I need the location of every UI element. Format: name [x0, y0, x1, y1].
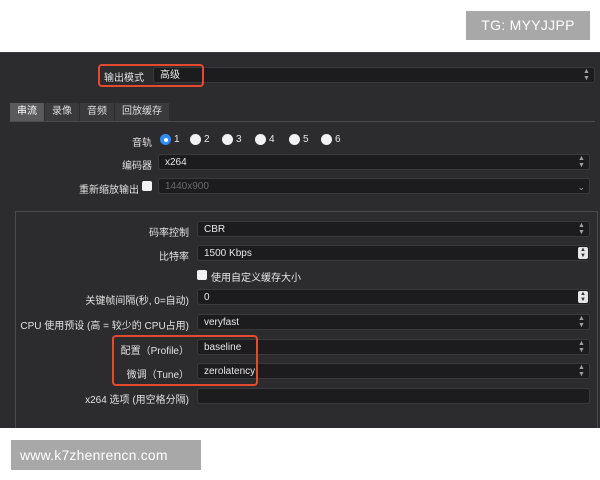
updown-chevron-icon: ▲ ▼	[578, 155, 585, 169]
audio-track-option-5: 5	[303, 134, 309, 145]
rescale-resolution-select[interactable]: 1440x900 ⌄	[158, 178, 590, 194]
updown-chevron-icon: ▲ ▼	[578, 222, 585, 236]
rate-control-value: CBR	[204, 224, 226, 235]
rescale-checkbox[interactable]	[142, 181, 152, 191]
output-mode-highlight	[98, 64, 204, 87]
audio-track-option-2: 2	[204, 134, 210, 145]
tab-stream[interactable]: 串流	[10, 103, 45, 121]
custom-buffer-label: 使用自定义缓存大小	[211, 273, 301, 284]
obs-settings-window: 输出模式 高级 ▲ ▼ 串流 录像 音频 回放缓存 音轨 1 2 3 4 5 6 …	[0, 52, 600, 428]
spin-arrows-icon[interactable]: ▲ ▼	[578, 291, 588, 303]
cpu-preset-value: veryfast	[204, 317, 240, 328]
updown-chevron-icon: ▲ ▼	[578, 364, 585, 378]
cpu-preset-label: CPU 使用预设 (高 = 较少的 CPU占用)	[20, 321, 189, 332]
encoder-label: 编码器	[122, 161, 152, 172]
settings-tabs: 串流 录像 音频 回放缓存	[10, 103, 170, 121]
keyframe-interval-value: 0	[204, 292, 210, 303]
rescale-value: 1440x900	[165, 181, 209, 192]
tab-audio[interactable]: 音频	[80, 103, 115, 121]
audio-track-option-1: 1	[174, 134, 180, 145]
audio-track-label: 音轨	[132, 138, 152, 149]
audio-track-radio-5[interactable]	[289, 134, 300, 145]
tab-recording[interactable]: 录像	[45, 103, 80, 121]
rescale-label: 重新缩放输出	[79, 185, 139, 196]
tab-divider	[10, 121, 595, 122]
rate-control-label: 码率控制	[149, 228, 189, 239]
encoder-select[interactable]: x264 ▲ ▼	[158, 154, 590, 170]
bitrate-value: 1500 Kbps	[204, 248, 252, 259]
rate-control-select[interactable]: CBR ▲ ▼	[197, 221, 590, 237]
watermark-top: TG: MYYJJPP	[466, 11, 590, 40]
chevron-down-icon: ⌄	[577, 182, 585, 192]
audio-track-radio-2[interactable]	[190, 134, 201, 145]
custom-buffer-checkbox[interactable]	[197, 270, 207, 280]
window-top-border	[0, 52, 600, 53]
audio-track-option-4: 4	[269, 134, 275, 145]
audio-track-option-6: 6	[335, 134, 341, 145]
audio-track-radio-4[interactable]	[255, 134, 266, 145]
output-mode-select[interactable]: 高级 ▲ ▼	[153, 67, 595, 83]
x264-options-label: x264 选项 (用空格分隔)	[85, 395, 189, 406]
updown-chevron-icon: ▲ ▼	[583, 68, 590, 82]
bitrate-spinbox[interactable]: 1500 Kbps ▲ ▼	[197, 245, 590, 261]
keyframe-interval-spinbox[interactable]: 0 ▲ ▼	[197, 289, 590, 305]
audio-track-radio-1[interactable]	[160, 134, 171, 145]
audio-track-option-3: 3	[236, 134, 242, 145]
watermark-bottom: www.k7zhenrencn.com	[11, 440, 201, 470]
encoder-value: x264	[165, 157, 187, 168]
tab-replay-buffer[interactable]: 回放缓存	[115, 103, 170, 121]
keyframe-interval-label: 关键帧间隔(秒, 0=自动)	[85, 296, 189, 307]
profile-tune-highlight	[112, 335, 258, 386]
cpu-preset-select[interactable]: veryfast ▲ ▼	[197, 314, 590, 330]
updown-chevron-icon: ▲ ▼	[578, 315, 585, 329]
audio-track-radio-6[interactable]	[321, 134, 332, 145]
spin-arrows-icon[interactable]: ▲ ▼	[578, 247, 588, 259]
bitrate-label: 比特率	[159, 252, 189, 263]
audio-track-radio-3[interactable]	[222, 134, 233, 145]
updown-chevron-icon: ▲ ▼	[578, 340, 585, 354]
x264-options-input[interactable]	[197, 388, 590, 404]
